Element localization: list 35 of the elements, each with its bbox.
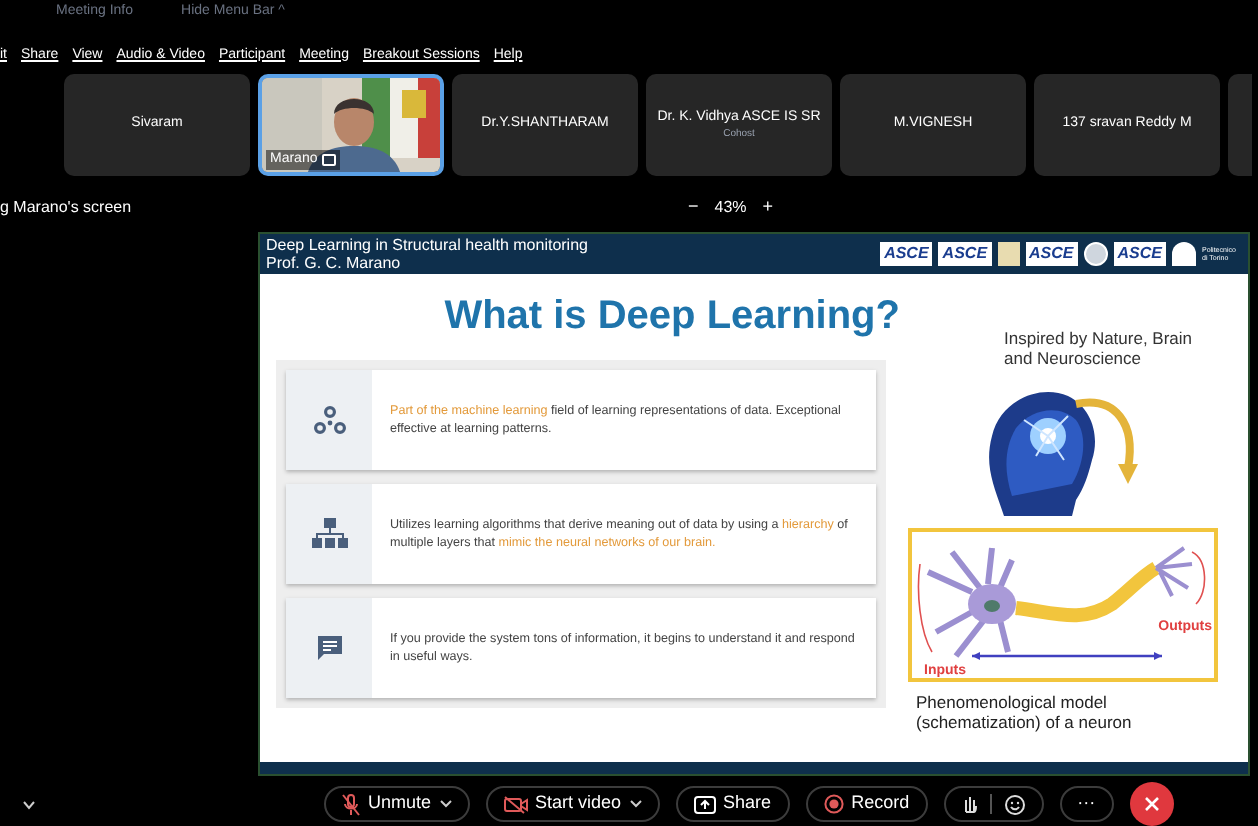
slide-header-text: Prof. G. C. Marano	[266, 254, 403, 272]
asce-logo: ASCE	[1025, 242, 1078, 266]
share-status-text: g Marano's screen	[0, 196, 134, 220]
start-video-button[interactable]: Start video	[485, 786, 660, 822]
hierarchy-icon	[311, 518, 347, 550]
share-button[interactable]: Share	[675, 786, 790, 822]
slide-header-text: Deep Learning in Structural health monitoring	[266, 236, 588, 254]
raise-hand-icon[interactable]	[961, 794, 978, 814]
share-screen-icon	[693, 795, 716, 813]
more-button[interactable]: ···	[1059, 786, 1114, 822]
emoji-icon[interactable]	[1003, 793, 1026, 815]
leave-button[interactable]	[1129, 782, 1174, 826]
zoom-in-button[interactable]: +	[754, 194, 782, 222]
muted-microphone-icon	[342, 793, 360, 815]
mountain-icon	[1172, 242, 1196, 266]
zoom-out-button[interactable]: −	[680, 194, 707, 222]
nodes-icon	[313, 406, 345, 434]
participant-tile[interactable]	[1228, 74, 1252, 176]
asce-logo: ASCE	[938, 242, 992, 266]
zoom-level: 43%	[712, 196, 749, 220]
asce-logo: ASCE	[1113, 242, 1166, 266]
close-icon	[1143, 796, 1160, 812]
record-icon	[823, 794, 844, 814]
screen-share-icon	[321, 153, 336, 166]
camera-off-icon	[503, 795, 528, 813]
record-button[interactable]: Record	[805, 786, 928, 822]
neuron-caption: Phenomenological model (schematization) of a neuron	[916, 692, 1134, 732]
unmute-button[interactable]: Unmute	[324, 786, 470, 822]
seal-icon	[1083, 242, 1108, 266]
side-heading: Inspired by Nature, Brain and Neuroscience	[1004, 328, 1195, 368]
asce-logo: ASCE	[880, 242, 933, 266]
slide-title: What is Deep Learning?	[442, 292, 900, 340]
crest-icon	[997, 242, 1020, 266]
chat-icon	[315, 634, 343, 662]
chevron-down-icon[interactable]	[22, 799, 36, 809]
